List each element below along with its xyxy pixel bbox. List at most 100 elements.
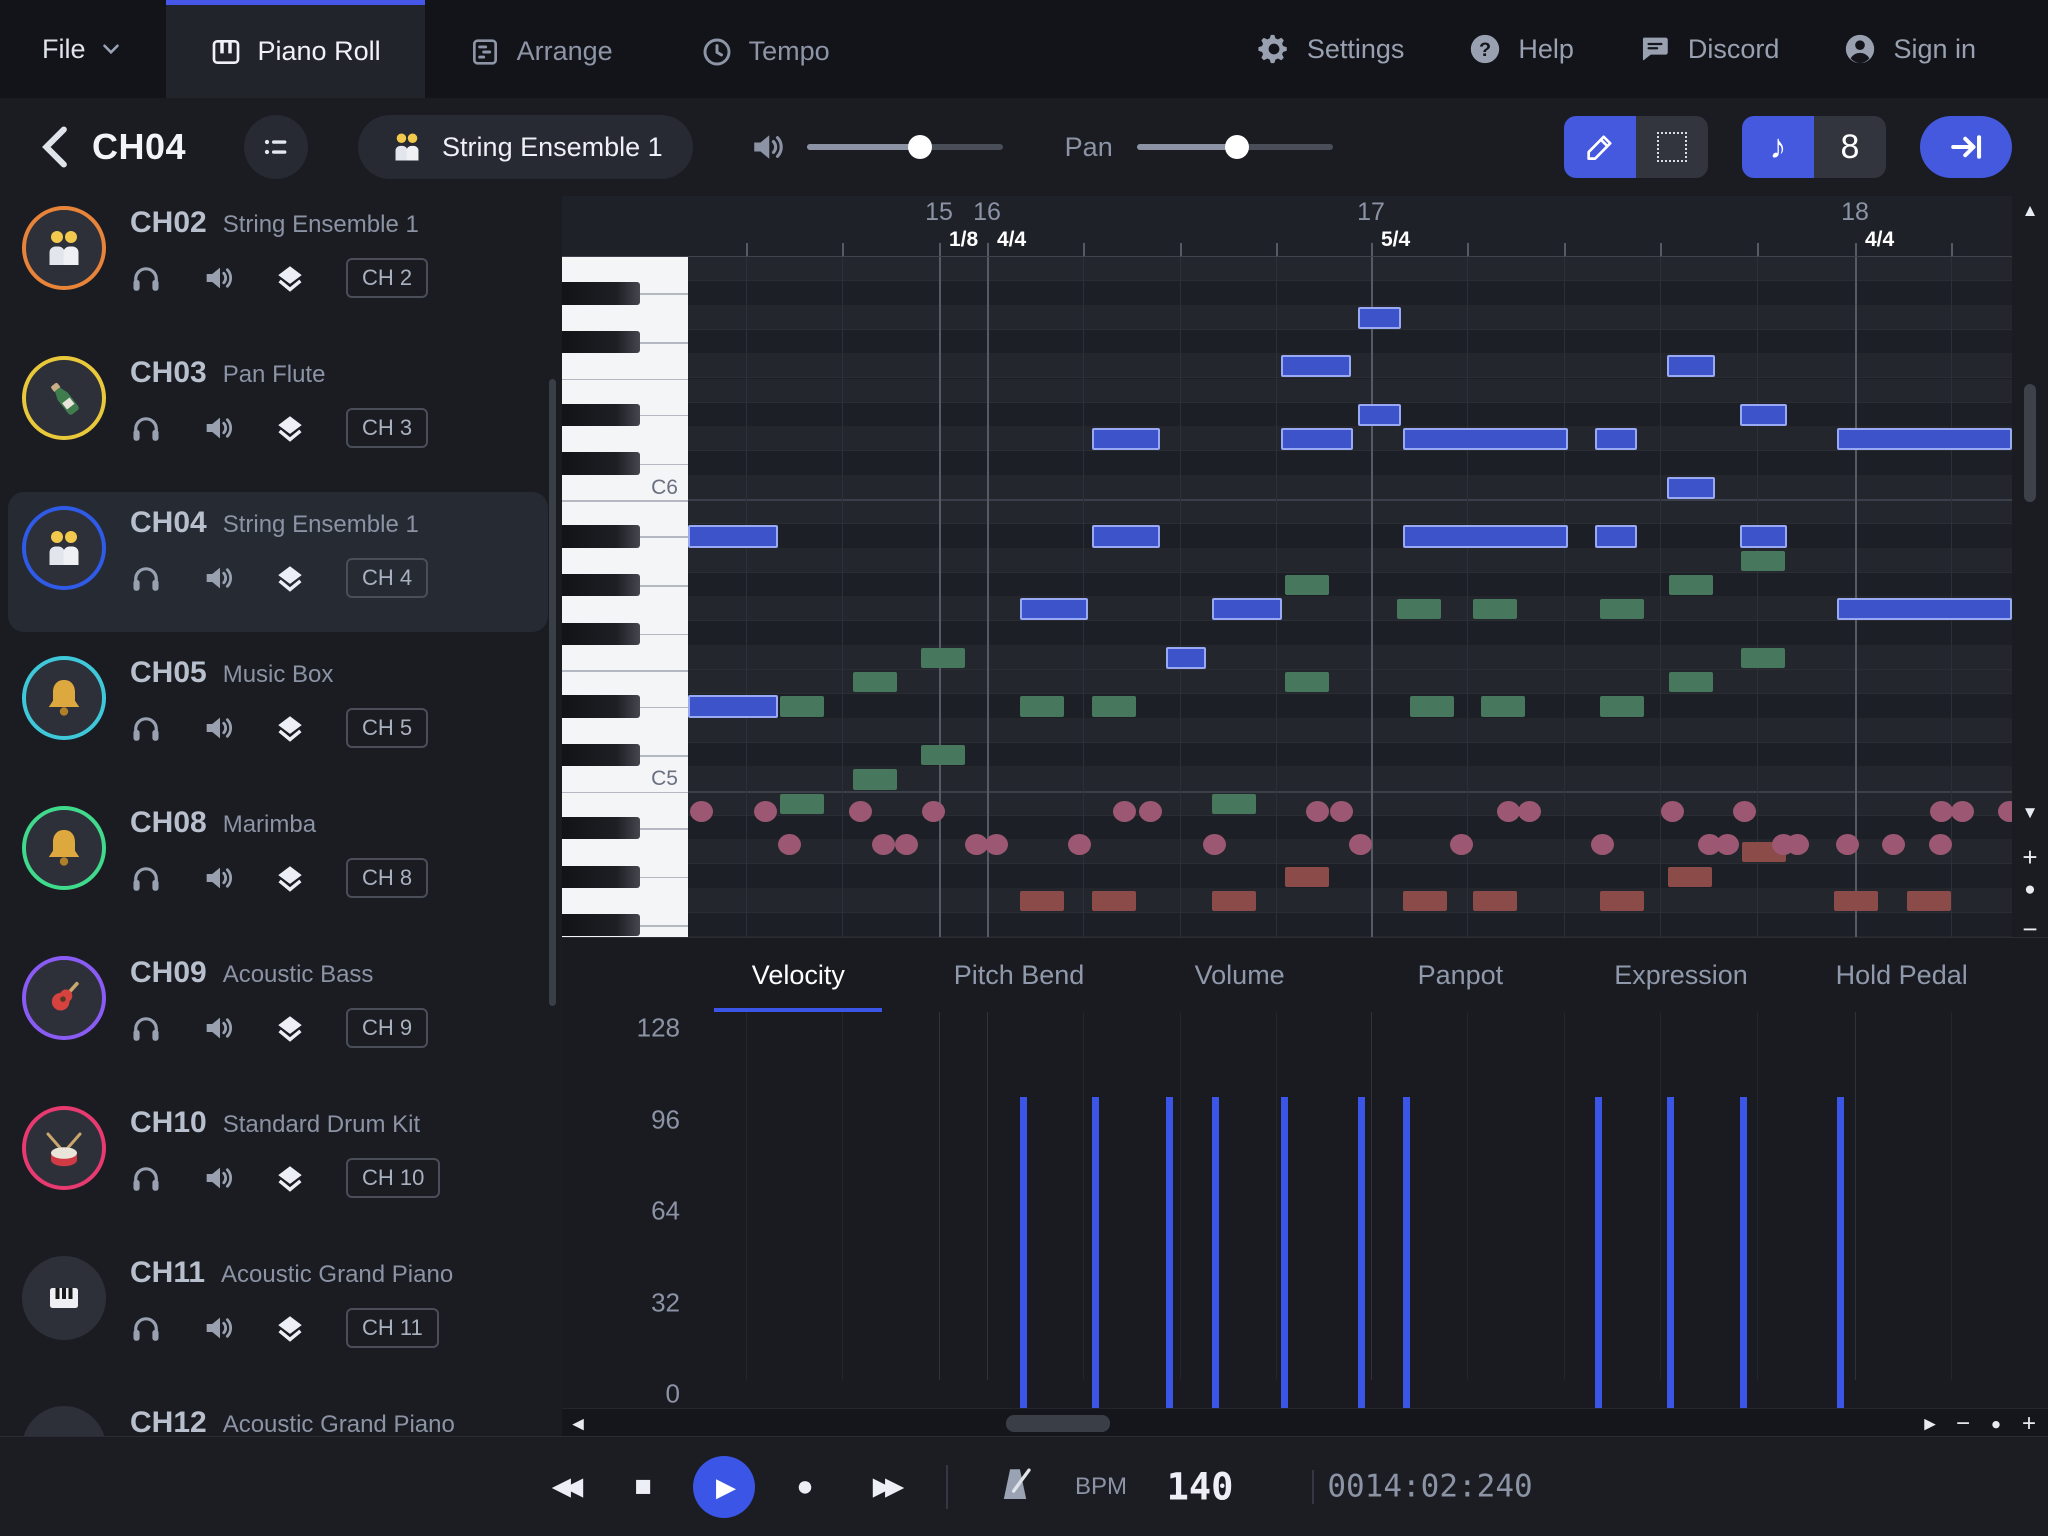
midi-note-selected-track[interactable] bbox=[1667, 477, 1715, 499]
file-menu[interactable]: File bbox=[0, 0, 166, 98]
volume-slider[interactable] bbox=[807, 144, 1003, 150]
mute-speaker-icon[interactable] bbox=[202, 562, 234, 594]
midi-note-green[interactable] bbox=[1020, 696, 1064, 716]
help-button[interactable]: ?Help bbox=[1436, 32, 1606, 66]
midi-note-green[interactable] bbox=[853, 769, 897, 789]
controller-tab-pitch-bend[interactable]: Pitch Bend bbox=[909, 938, 1130, 1012]
midi-note-maroon[interactable] bbox=[1020, 891, 1064, 911]
drum-note-dot[interactable] bbox=[1951, 801, 1974, 822]
back-button[interactable] bbox=[30, 119, 86, 175]
drum-note-dot[interactable] bbox=[1349, 834, 1372, 855]
settings-button[interactable]: Settings bbox=[1225, 32, 1437, 66]
velocity-bar[interactable] bbox=[1020, 1097, 1027, 1408]
midi-note-selected-track[interactable] bbox=[1166, 647, 1206, 669]
controller-tab-expression[interactable]: Expression bbox=[1571, 938, 1792, 1012]
play-button[interactable]: ▶ bbox=[693, 1456, 755, 1518]
velocity-bar[interactable] bbox=[1595, 1097, 1602, 1408]
mute-speaker-icon[interactable] bbox=[202, 712, 234, 744]
ghost-layers-icon[interactable] bbox=[274, 262, 306, 294]
midi-note-green[interactable] bbox=[1285, 575, 1329, 595]
velocity-bar[interactable] bbox=[1837, 1097, 1844, 1408]
track-row-ch09[interactable]: CH09Acoustic BassCH 9 bbox=[8, 942, 548, 1082]
midi-note-green[interactable] bbox=[1600, 599, 1644, 619]
scroll-up-icon[interactable]: ▲ bbox=[2022, 202, 2039, 219]
ghost-layers-icon[interactable] bbox=[274, 1162, 306, 1194]
midi-note-selected-track[interactable] bbox=[1020, 598, 1088, 620]
pan-knob[interactable] bbox=[1225, 135, 1249, 159]
velocity-bar[interactable] bbox=[1667, 1097, 1674, 1408]
track-row-ch08[interactable]: CH08MarimbaCH 8 bbox=[8, 792, 548, 932]
midi-note-green[interactable] bbox=[853, 672, 897, 692]
black-key[interactable] bbox=[562, 744, 640, 766]
black-key[interactable] bbox=[562, 331, 640, 353]
solo-headphones-icon[interactable] bbox=[130, 412, 162, 444]
metronome-button[interactable] bbox=[994, 1464, 1036, 1510]
drum-note-dot[interactable] bbox=[1591, 834, 1614, 855]
scroll-left-icon[interactable]: ◀ bbox=[572, 1416, 584, 1431]
zoom-reset-horizontal-icon[interactable]: ● bbox=[1991, 1415, 2001, 1432]
midi-note-selected-track[interactable] bbox=[1837, 428, 2012, 450]
velocity-bar[interactable] bbox=[1740, 1097, 1747, 1408]
midi-note-green[interactable] bbox=[1285, 672, 1329, 692]
midi-note-selected-track[interactable] bbox=[1212, 598, 1282, 620]
drum-note-dot[interactable] bbox=[1930, 801, 1953, 822]
zoom-reset-vertical-icon[interactable]: ● bbox=[2024, 880, 2035, 899]
midi-note-selected-track[interactable] bbox=[1358, 404, 1401, 426]
midi-note-maroon[interactable] bbox=[1668, 867, 1712, 887]
vertical-scrollbar-thumb[interactable] bbox=[2024, 384, 2036, 502]
midi-note-selected-track[interactable] bbox=[1403, 525, 1568, 547]
drum-note-dot[interactable] bbox=[1661, 801, 1684, 822]
zoom-out-horizontal-icon[interactable]: − bbox=[1956, 1412, 1970, 1436]
midi-note-selected-track[interactable] bbox=[1281, 428, 1353, 450]
drum-note-dot[interactable] bbox=[1139, 801, 1162, 822]
midi-note-green[interactable] bbox=[1410, 696, 1454, 716]
midi-note-selected-track[interactable] bbox=[1092, 428, 1160, 450]
tab-arrange[interactable]: Arrange bbox=[425, 0, 657, 98]
track-list-button[interactable] bbox=[244, 115, 308, 179]
drum-note-dot[interactable] bbox=[1786, 834, 1809, 855]
drum-note-dot[interactable] bbox=[1497, 801, 1520, 822]
track-row-ch11[interactable]: CH11Acoustic Grand PianoCH 11 bbox=[8, 1242, 548, 1382]
midi-note-selected-track[interactable] bbox=[1740, 525, 1787, 547]
midi-note-selected-track[interactable] bbox=[1595, 428, 1637, 450]
midi-note-selected-track[interactable] bbox=[1358, 307, 1401, 329]
scroll-right-icon[interactable]: ▶ bbox=[1924, 1416, 1936, 1431]
mute-speaker-icon[interactable] bbox=[202, 862, 234, 894]
zoom-in-horizontal-icon[interactable]: + bbox=[2022, 1412, 2036, 1436]
note-length-button[interactable]: ♪ bbox=[1742, 116, 1814, 178]
drum-note-dot[interactable] bbox=[1203, 834, 1226, 855]
controller-tab-velocity[interactable]: Velocity bbox=[688, 938, 909, 1012]
bpm-value[interactable]: 140 bbox=[1167, 1468, 1234, 1505]
midi-note-maroon[interactable] bbox=[1092, 891, 1136, 911]
ghost-layers-icon[interactable] bbox=[274, 712, 306, 744]
velocity-bar[interactable] bbox=[1403, 1097, 1410, 1408]
midi-note-green[interactable] bbox=[1092, 696, 1136, 716]
ghost-layers-icon[interactable] bbox=[274, 862, 306, 894]
drum-note-dot[interactable] bbox=[754, 801, 777, 822]
track-row-ch03[interactable]: CH03Pan FluteCH 3 bbox=[8, 342, 548, 482]
drum-note-dot[interactable] bbox=[1306, 801, 1329, 822]
selection-tool-button[interactable] bbox=[1636, 116, 1708, 178]
drum-note-dot[interactable] bbox=[1733, 801, 1756, 822]
drum-note-dot[interactable] bbox=[778, 834, 801, 855]
track-row-ch04[interactable]: CH04String Ensemble 1CH 4 bbox=[8, 492, 548, 632]
rewind-button[interactable]: ◀◀ bbox=[552, 1474, 576, 1499]
playhead-position[interactable]: 0014:02:240 bbox=[1327, 1471, 1532, 1502]
drum-note-dot[interactable] bbox=[985, 834, 1008, 855]
midi-note-green[interactable] bbox=[1669, 672, 1713, 692]
midi-note-selected-track[interactable] bbox=[688, 525, 778, 547]
zoom-in-vertical-icon[interactable]: + bbox=[2022, 844, 2037, 870]
midi-note-maroon[interactable] bbox=[1834, 891, 1878, 911]
auto-scroll-button[interactable] bbox=[1920, 116, 2012, 178]
instrument-selector[interactable]: String Ensemble 1 bbox=[358, 115, 693, 179]
ghost-layers-icon[interactable] bbox=[274, 562, 306, 594]
midi-note-selected-track[interactable] bbox=[688, 695, 778, 717]
drum-note-dot[interactable] bbox=[1068, 834, 1091, 855]
black-key[interactable] bbox=[562, 282, 640, 304]
sidebar-scrollbar[interactable] bbox=[549, 379, 556, 1006]
black-key[interactable] bbox=[562, 525, 640, 547]
ghost-layers-icon[interactable] bbox=[274, 1312, 306, 1344]
midi-note-green[interactable] bbox=[1397, 599, 1441, 619]
time-signature-badge[interactable]: 5/4 bbox=[1371, 223, 1424, 256]
midi-note-green[interactable] bbox=[1481, 696, 1525, 716]
